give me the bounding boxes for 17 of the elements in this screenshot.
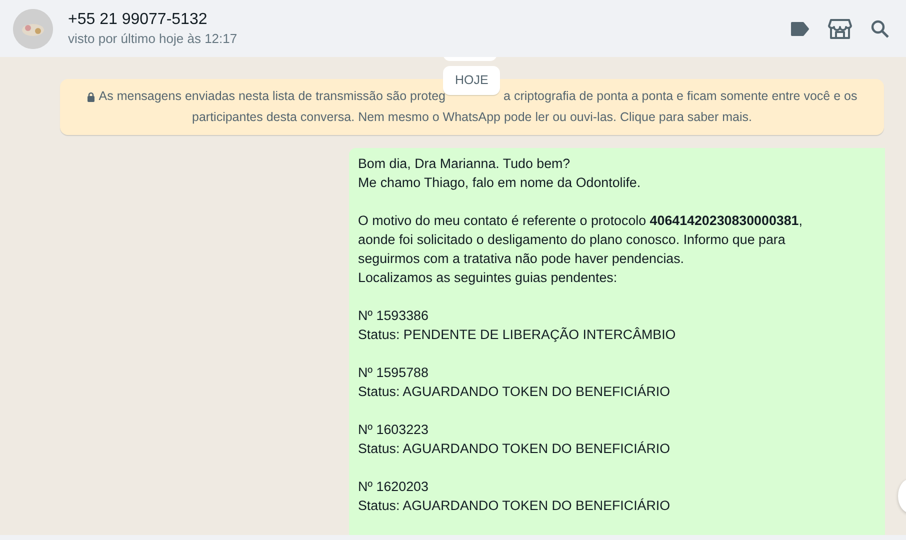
date-badge: HOJE — [443, 66, 500, 95]
lock-icon — [86, 92, 95, 102]
message-text: O motivo do meu contato é referente o protocolo 40641420230830000381, aonde foi solicitado o desligamento do plano conosco. Informo que para seguirmos com a tratativa não pode haver pendencias. Localizamos as seguintes guias pendentes: — [358, 212, 804, 287]
store-icon[interactable] — [828, 18, 852, 40]
notice-text: a criptografia de ponta a ponta e ficam somente entre você e os — [504, 88, 858, 105]
notice-text: As mensagens enviadas nesta lista de transmissão são proteg — [98, 88, 446, 105]
message-text: Nº 1603223 Status: AGUARDANDO TOKEN DO BENEFICIÁRIO — [358, 421, 672, 458]
contact-name[interactable]: +55 21 99077-5132 — [68, 9, 790, 30]
message-text: Nº 1620203 Status: AGUARDANDO TOKEN DO BENEFICIÁRIO — [358, 478, 672, 515]
message-text: Nº 1595788 Status: AGUARDANDO TOKEN DO BENEFICIÁRIO — [358, 364, 672, 401]
search-icon[interactable] — [870, 18, 890, 38]
message-text: Bom dia, Dra Marianna. Tudo bem? Me chamo Thiago, falo em nome da Odontolife. — [358, 155, 642, 192]
message-text: Nº 1593386 Status: PENDENTE DE LIBERAÇÃO INTERCÂMBIO — [358, 307, 677, 344]
message-bubble[interactable] — [349, 148, 885, 535]
label-icon[interactable] — [790, 20, 810, 36]
last-seen-status: visto por último hoje às 12:17 — [68, 30, 238, 48]
notice-text: participantes desta conversa. Nem mesmo o WhatsApp pode ler ou ouvi-las. Clique para saber mais. — [191, 109, 753, 126]
